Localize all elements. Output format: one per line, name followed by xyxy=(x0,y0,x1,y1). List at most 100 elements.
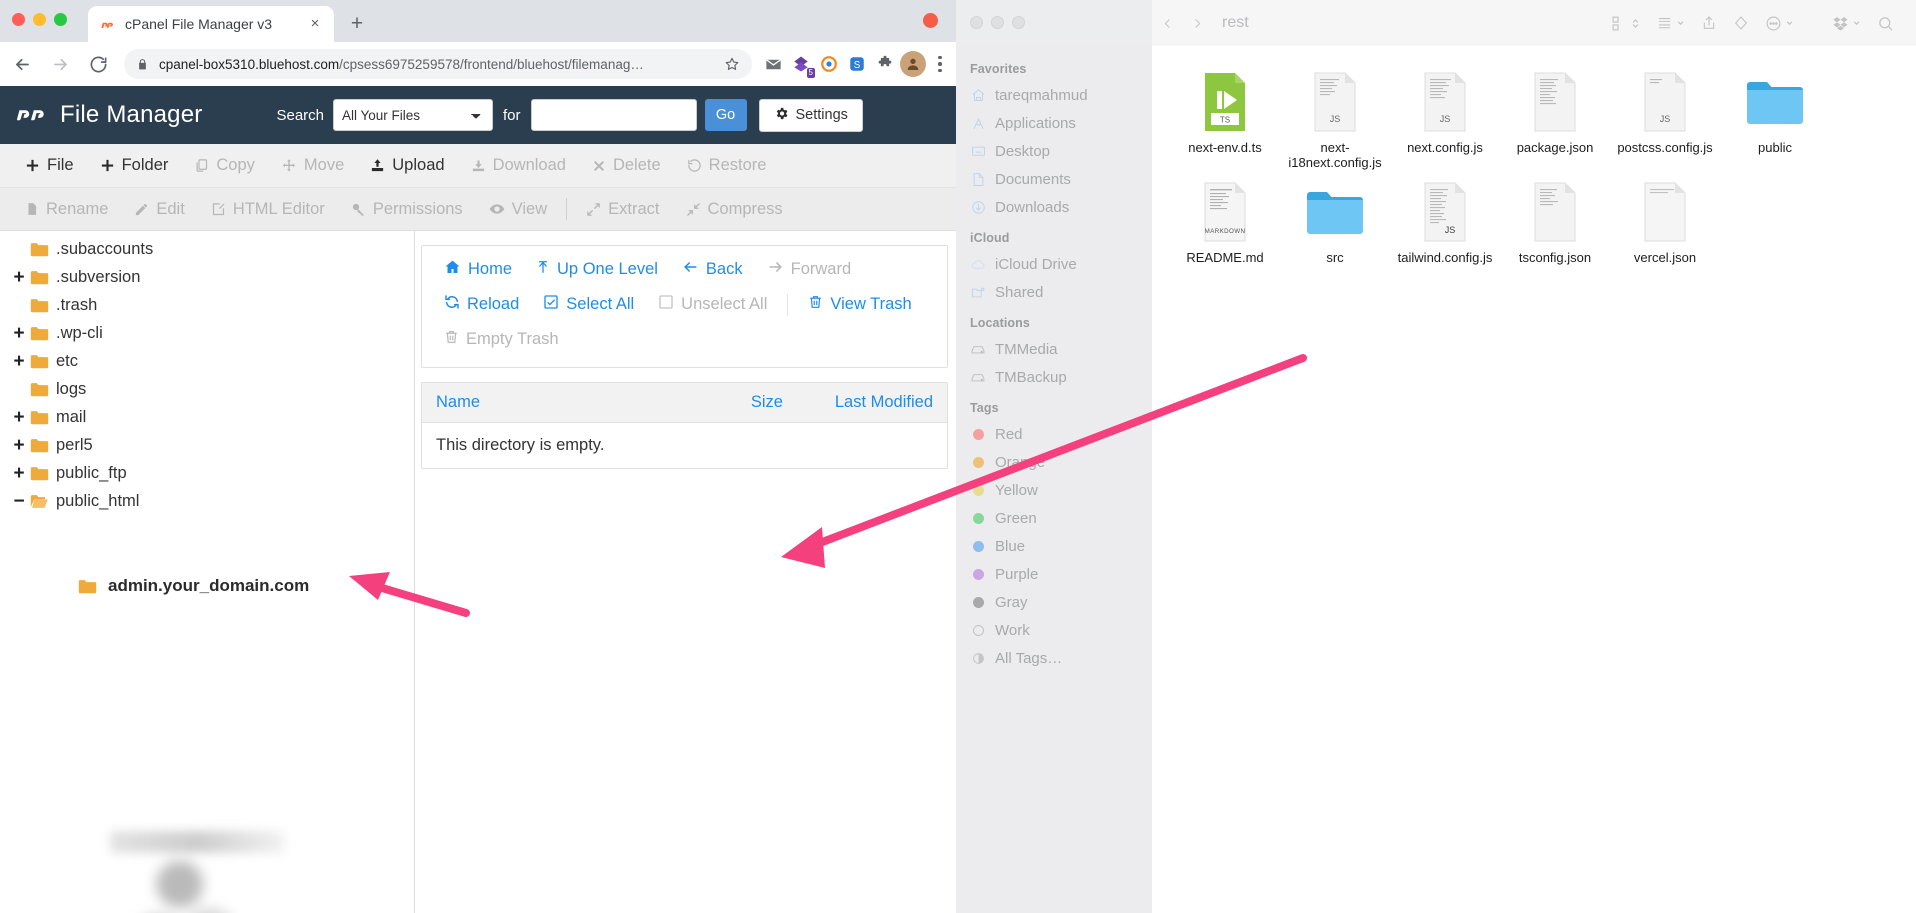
tag-icon[interactable] xyxy=(1727,8,1755,38)
sidebar-item-tmmedia[interactable]: TMMedia xyxy=(956,335,1152,363)
column-header-name[interactable]: Name xyxy=(436,393,655,412)
tree-item-public-html[interactable]: − public_html xyxy=(0,487,414,515)
extract-button[interactable]: Extract xyxy=(573,200,672,219)
maximize-window-button[interactable] xyxy=(54,13,67,26)
finder-file-item[interactable]: package.json xyxy=(1500,66,1610,170)
html-editor-button[interactable]: HTML Editor xyxy=(198,200,338,219)
sidebar-tag-blue[interactable]: Blue xyxy=(956,532,1152,560)
restore-button[interactable]: Restore xyxy=(674,156,780,175)
sidebar-tag-gray[interactable]: Gray xyxy=(956,588,1152,616)
close-window-button[interactable] xyxy=(12,13,25,26)
sidebar-item-documents[interactable]: Documents xyxy=(956,165,1152,193)
tree-item-logs[interactable]: logs xyxy=(0,375,414,403)
copy-button[interactable]: Copy xyxy=(181,156,268,175)
column-header-size[interactable]: Size xyxy=(655,393,783,412)
search-scope-select[interactable]: All Your Files xyxy=(333,99,493,131)
search-go-button[interactable]: Go xyxy=(704,99,747,131)
share-icon[interactable] xyxy=(1695,8,1723,38)
mail-extension-icon[interactable] xyxy=(760,51,786,77)
upload-button[interactable]: Upload xyxy=(357,156,457,175)
sidebar-tag-orange[interactable]: Orange xyxy=(956,448,1152,476)
tree-expander[interactable]: + xyxy=(8,352,30,371)
column-header-last-modified[interactable]: Last Modified xyxy=(783,393,933,412)
back-nav-button[interactable]: Back xyxy=(670,252,755,287)
reload-button[interactable] xyxy=(82,48,114,80)
finder-file-item[interactable]: vercel.json xyxy=(1610,176,1720,265)
group-by-icon[interactable] xyxy=(1650,8,1691,38)
finder-file-item[interactable]: JS postcss.config.js xyxy=(1610,66,1720,170)
tree-expander[interactable]: + xyxy=(8,464,30,483)
sidebar-item-tareqmahmud[interactable]: tareqmahmud xyxy=(956,81,1152,109)
search-input[interactable] xyxy=(530,99,697,131)
delete-button[interactable]: Delete xyxy=(579,156,674,175)
finder-folder-item[interactable]: src xyxy=(1280,176,1390,265)
finder-traffic-lights[interactable] xyxy=(970,16,1025,29)
forward-nav-button[interactable]: Forward xyxy=(755,252,864,287)
sidebar-item-tmbackup[interactable]: TMBackup xyxy=(956,363,1152,391)
finder-file-item[interactable]: TS next-env.d.ts xyxy=(1170,66,1280,170)
purple-diamond-extension-icon[interactable]: 5 xyxy=(788,51,815,78)
tree-expander[interactable]: + xyxy=(8,324,30,343)
up-one-level-button[interactable]: Up One Level xyxy=(524,252,670,287)
sidebar-item-icloud-drive[interactable]: iCloud Drive xyxy=(956,250,1152,278)
view-options-icon[interactable] xyxy=(1605,8,1646,38)
sidebar-tag-work[interactable]: Work xyxy=(956,616,1152,644)
close-tab-button[interactable]: × xyxy=(306,15,324,33)
orange-circle-extension-icon[interactable] xyxy=(816,51,842,77)
sidebar-tag-yellow[interactable]: Yellow xyxy=(956,476,1152,504)
blue-s-extension-icon[interactable]: S xyxy=(844,51,870,77)
browser-menu-button[interactable] xyxy=(928,51,952,77)
tree-expander[interactable]: − xyxy=(8,492,30,511)
new-tab-button[interactable]: + xyxy=(344,12,370,38)
forward-button[interactable] xyxy=(44,48,76,80)
compress-button[interactable]: Compress xyxy=(673,200,796,219)
minimize-window-button[interactable] xyxy=(33,13,46,26)
sidebar-all-tags[interactable]: All Tags… xyxy=(956,644,1152,672)
tree-item-perl5[interactable]: + perl5 xyxy=(0,431,414,459)
dropbox-icon[interactable] xyxy=(1826,8,1867,38)
tree-item-trash[interactable]: .trash xyxy=(0,291,414,319)
finder-close-button[interactable] xyxy=(970,16,983,29)
tree-item-subversion[interactable]: + .subversion xyxy=(0,263,414,291)
tree-expander[interactable]: + xyxy=(8,408,30,427)
sidebar-tag-red[interactable]: Red xyxy=(956,420,1152,448)
finder-file-item[interactable]: JS tailwind.config.js xyxy=(1390,176,1500,265)
tree-expander[interactable]: + xyxy=(8,436,30,455)
directory-tree[interactable]: .subaccounts + .subversion .trash + .wp-… xyxy=(0,231,415,913)
finder-minimize-button[interactable] xyxy=(991,16,1004,29)
tree-item-subaccounts[interactable]: .subaccounts xyxy=(0,235,414,263)
home-nav-button[interactable]: Home xyxy=(432,252,524,287)
sidebar-item-applications[interactable]: Applications xyxy=(956,109,1152,137)
tree-item-mail[interactable]: + mail xyxy=(0,403,414,431)
sidebar-tag-green[interactable]: Green xyxy=(956,504,1152,532)
tree-item-etc[interactable]: + etc xyxy=(0,347,414,375)
finder-maximize-button[interactable] xyxy=(1012,16,1025,29)
sidebar-item-desktop[interactable]: Desktop xyxy=(956,137,1152,165)
puzzle-extensions-icon[interactable] xyxy=(872,51,898,77)
avatar[interactable] xyxy=(900,51,926,77)
new-file-button[interactable]: File xyxy=(12,156,87,175)
sidebar-item-downloads[interactable]: Downloads xyxy=(956,193,1152,221)
back-button[interactable] xyxy=(6,48,38,80)
download-button[interactable]: Download xyxy=(458,156,579,175)
view-button[interactable]: View xyxy=(476,200,560,219)
search-icon[interactable] xyxy=(1871,8,1900,38)
new-folder-button[interactable]: Folder xyxy=(87,156,182,175)
window-traffic-lights[interactable] xyxy=(12,13,67,26)
tree-expander[interactable]: + xyxy=(8,268,30,287)
finder-file-item[interactable]: JS next-i18next.config.js xyxy=(1280,66,1390,170)
finder-file-item[interactable]: JS next.config.js xyxy=(1390,66,1500,170)
chevron-left-icon[interactable] xyxy=(1152,8,1182,38)
empty-trash-button[interactable]: Empty Trash xyxy=(432,322,571,357)
more-actions-icon[interactable] xyxy=(1759,8,1800,38)
finder-file-item[interactable]: MARKDOWN README.md xyxy=(1170,176,1280,265)
select-all-button[interactable]: Select All xyxy=(531,287,646,322)
view-trash-button[interactable]: View Trash xyxy=(796,287,923,322)
tree-item-wp-cli[interactable]: + .wp-cli xyxy=(0,319,414,347)
chevron-right-icon[interactable] xyxy=(1182,8,1212,38)
sidebar-tag-purple[interactable]: Purple xyxy=(956,560,1152,588)
finder-folder-item[interactable]: public xyxy=(1720,66,1830,170)
tree-item-selected-domain[interactable]: admin.your_domain.com xyxy=(0,571,414,601)
address-bar[interactable]: cpanel-box5310.bluehost.com/cpsess697525… xyxy=(124,49,752,79)
move-button[interactable]: Move xyxy=(268,156,357,175)
